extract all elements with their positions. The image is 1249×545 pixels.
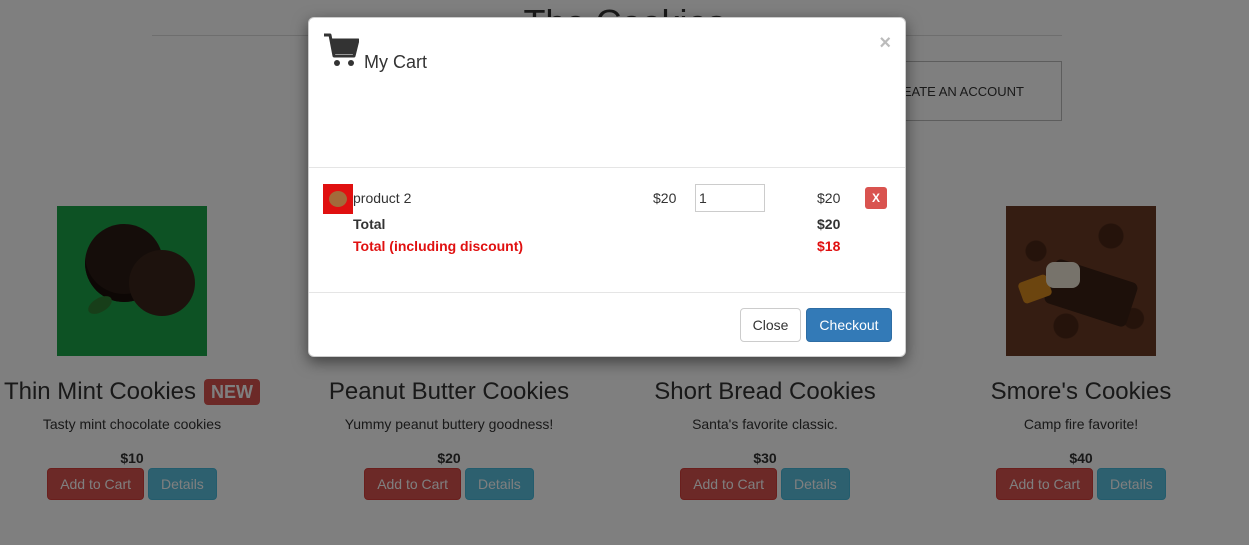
shopping-cart-icon xyxy=(324,33,359,66)
cart-item-name: product 2 xyxy=(353,190,412,206)
total-value: $20 xyxy=(817,216,841,232)
modal-footer: Close Checkout xyxy=(309,293,905,357)
product-thumbnail xyxy=(323,184,353,214)
close-button[interactable]: Close xyxy=(740,308,801,342)
cart-modal: My Cart × product 2 $20 $20 X Total $20 … xyxy=(308,17,906,357)
cart-items: product 2 $20 $20 X Total $20 Total (inc… xyxy=(309,168,905,293)
discount-total-label: Total (including discount) xyxy=(353,238,524,254)
cart-item-subtotal: $20 xyxy=(817,190,841,206)
checkout-button[interactable]: Checkout xyxy=(806,308,892,342)
modal-header: My Cart × xyxy=(309,18,905,168)
close-icon[interactable]: × xyxy=(879,32,891,55)
cart-item-price: $20 xyxy=(653,190,677,206)
modal-title: My Cart xyxy=(364,52,427,72)
total-label: Total xyxy=(353,216,386,232)
quantity-input[interactable] xyxy=(695,184,765,212)
remove-item-button[interactable]: X xyxy=(865,187,887,209)
discount-total-value: $18 xyxy=(817,238,841,254)
